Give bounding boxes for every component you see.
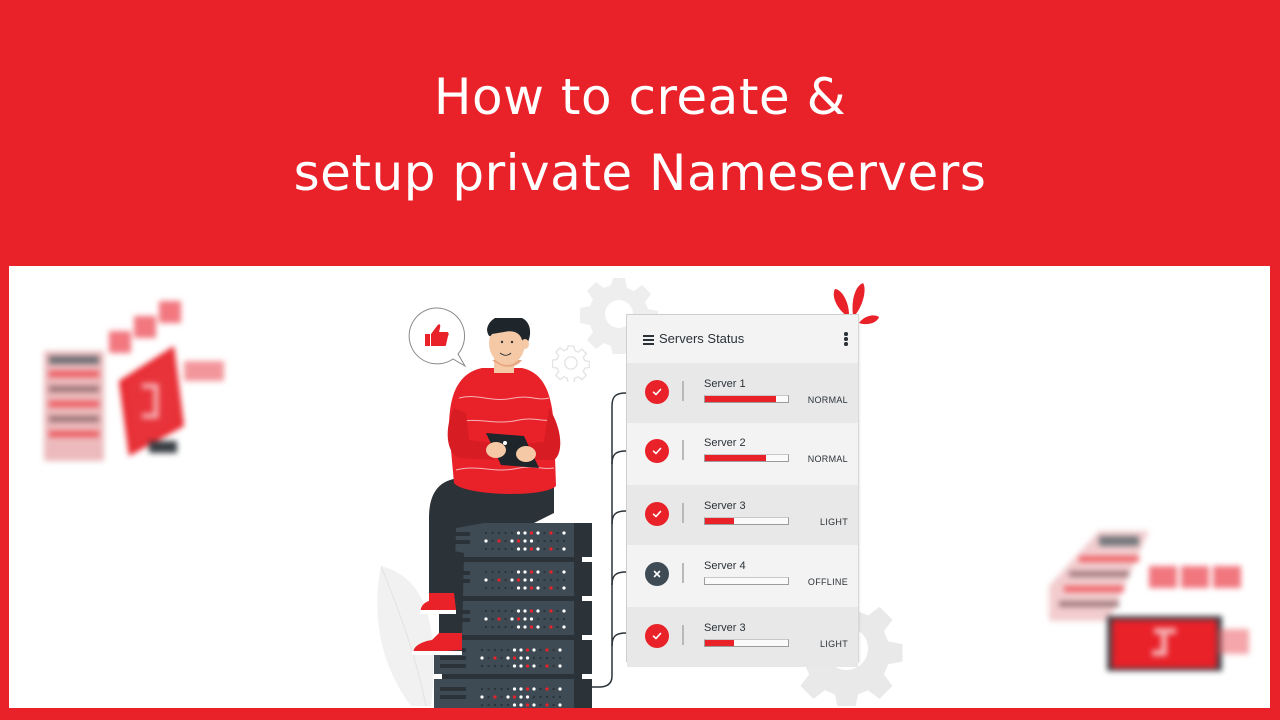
blurred-server-monitor-icon-right (1049, 531, 1249, 671)
person-illustration (412, 318, 561, 655)
server-name: Server 4 (704, 560, 746, 572)
server-row[interactable]: Server 3 LIGHT (627, 607, 858, 667)
server-load-fill (705, 396, 777, 402)
server-load-bar (704, 639, 789, 647)
server-status-label: NORMAL (807, 454, 848, 464)
header-banner: How to create & setup private Nameserver… (0, 0, 1280, 266)
divider (682, 625, 684, 645)
divider (682, 381, 684, 401)
close-icon (645, 562, 669, 586)
divider (682, 440, 684, 460)
server-name: Server 2 (704, 437, 746, 449)
hamburger-icon[interactable] (643, 335, 654, 345)
server-load-fill (705, 455, 767, 461)
check-icon (645, 624, 669, 648)
server-load-bar (704, 577, 789, 585)
server-load-fill (705, 518, 735, 524)
server-row[interactable]: Server 1 NORMAL (627, 363, 858, 423)
server-name: Server 3 (704, 622, 746, 634)
page-title-line-2: setup private Nameservers (293, 144, 987, 202)
page-title-line-1: How to create & (433, 68, 847, 126)
server-status-label: NORMAL (807, 395, 848, 405)
divider (682, 563, 684, 583)
server-row[interactable]: Server 4 OFFLINE (627, 545, 858, 605)
server-load-bar (704, 395, 789, 403)
server-name: Server 3 (704, 500, 746, 512)
server-status-label: LIGHT (819, 517, 848, 527)
server-name: Server 1 (704, 378, 746, 390)
server-status-label: LIGHT (819, 639, 848, 649)
card-title: Servers Status (659, 331, 745, 346)
check-icon (645, 380, 669, 404)
server-load-bar (704, 517, 789, 525)
divider (682, 503, 684, 523)
server-row[interactable]: Server 3 LIGHT (627, 485, 858, 545)
check-icon (645, 439, 669, 463)
check-icon (645, 502, 669, 526)
server-load-fill (705, 640, 735, 646)
card-header: Servers Status (627, 315, 858, 363)
illustration-panel: Servers Status Server 1 NORMAL Server 2 NOR… (9, 266, 1270, 708)
kebab-menu-icon[interactable] (844, 332, 848, 346)
blurred-server-monitor-icon (44, 301, 224, 461)
servers-status-card: Servers Status Server 1 NORMAL Server 2 NOR… (626, 314, 859, 667)
server-row[interactable]: Server 2 NORMAL (627, 422, 858, 482)
server-load-bar (704, 454, 789, 462)
server-status-label: OFFLINE (807, 577, 848, 587)
